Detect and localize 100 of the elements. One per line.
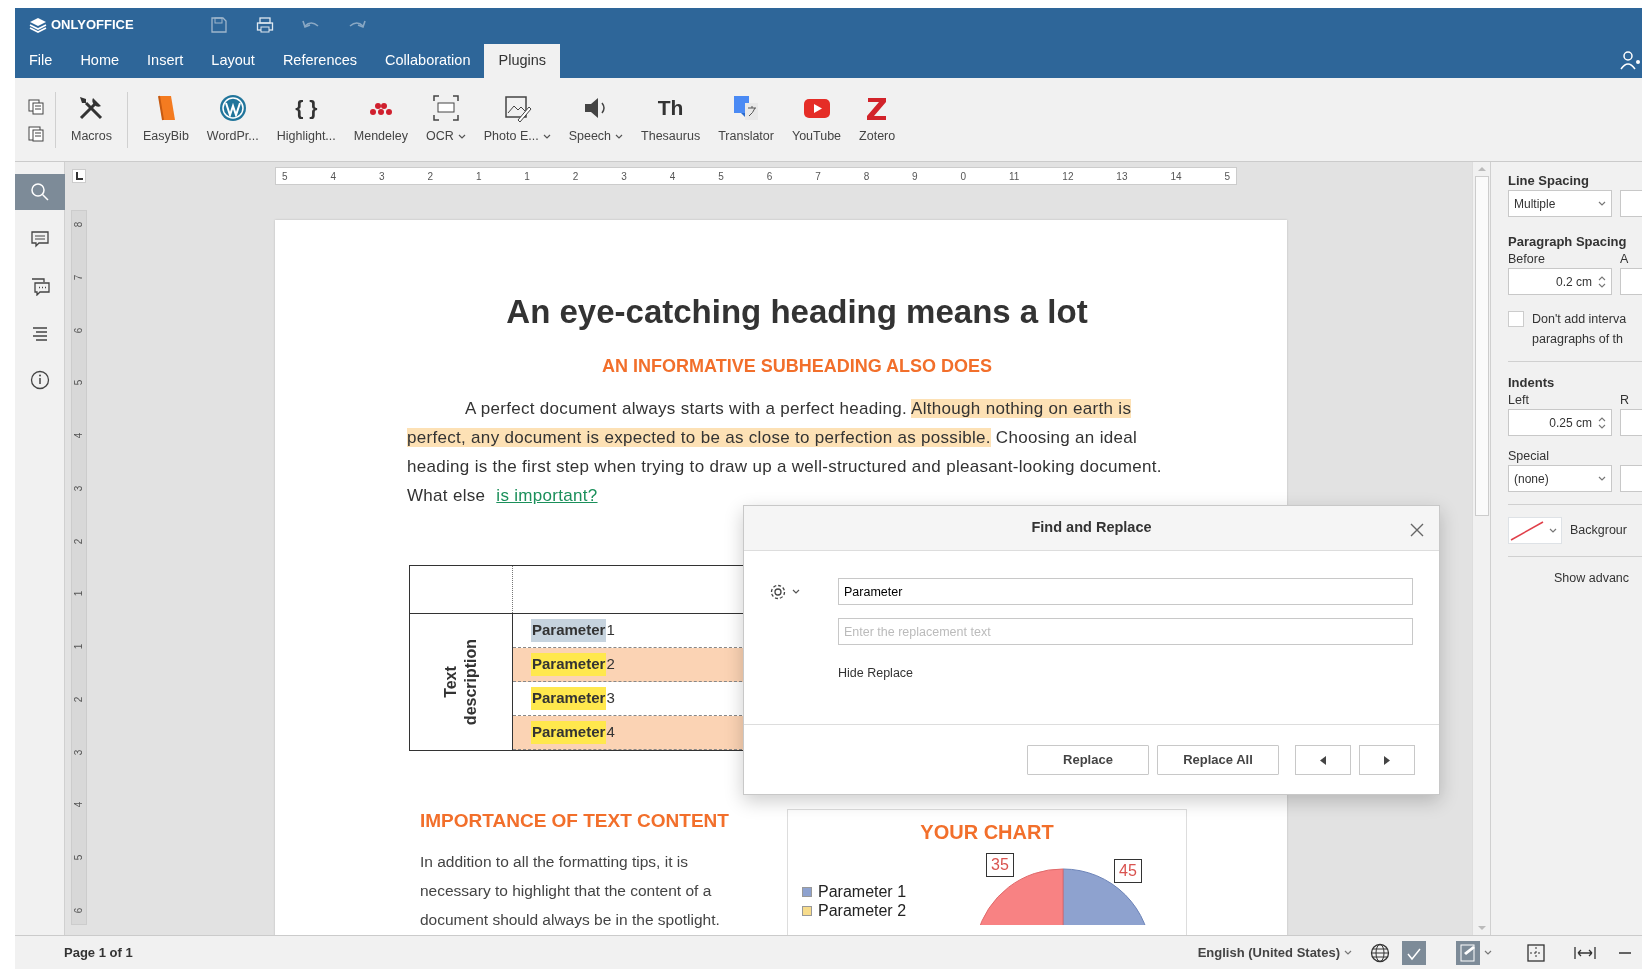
ruler-number: 0 bbox=[960, 169, 967, 184]
ruler-number: 6 bbox=[72, 327, 85, 333]
user-icon[interactable] bbox=[1620, 50, 1642, 70]
field-label: Left bbox=[1508, 392, 1530, 409]
ruler-number: 7 bbox=[815, 169, 821, 184]
field-label: A bbox=[1620, 251, 1629, 268]
ocr-icon bbox=[430, 93, 461, 124]
close-icon bbox=[1409, 522, 1425, 539]
ruler-number: 4 bbox=[72, 802, 85, 808]
w-logo-icon bbox=[217, 93, 248, 124]
menu-tab[interactable]: Home bbox=[66, 44, 134, 78]
caret-icon bbox=[615, 133, 624, 140]
print-icon[interactable] bbox=[255, 16, 274, 34]
ruler-number: 1 bbox=[72, 591, 85, 597]
hide-replace-link[interactable]: Hide Replace bbox=[838, 664, 914, 683]
tab-stop-icon[interactable] bbox=[71, 169, 86, 183]
fit-width-icon[interactable] bbox=[1574, 944, 1596, 961]
ruler-number: 5 bbox=[282, 169, 288, 184]
ruler-number: 5 bbox=[72, 854, 85, 861]
paste-icon[interactable] bbox=[27, 123, 45, 142]
data-label: 35 bbox=[986, 853, 1014, 877]
plugin-button[interactable]: { } Highlight... bbox=[267, 89, 345, 150]
plugin-button[interactable]: Speech bbox=[559, 89, 633, 150]
ruler-number: 2 bbox=[572, 169, 579, 184]
ruler-number: 1 bbox=[72, 643, 85, 650]
find-field[interactable]: Parameter bbox=[838, 578, 1413, 605]
legend-label: Parameter 2 bbox=[818, 901, 907, 920]
horizontal-ruler[interactable]: 5 4 3 2 1 1 2 3 4 5 6 7 8 9 0 11 12 13 14 5 bbox=[275, 167, 1237, 185]
chevron-icon bbox=[1484, 949, 1492, 956]
chart-title: YOUR CHART bbox=[919, 820, 1055, 844]
ruler-number: 1 bbox=[475, 169, 482, 184]
plugin-button[interactable]: EasyBib bbox=[134, 89, 198, 150]
replace-button[interactable]: Replace All bbox=[1157, 744, 1279, 775]
ruler-number: 2 bbox=[427, 169, 433, 184]
caret-icon bbox=[542, 133, 551, 140]
photo-edit-icon bbox=[502, 93, 533, 124]
dialog-title: Find and Replace bbox=[1031, 518, 1152, 538]
background-label: Backgrour bbox=[1570, 522, 1627, 540]
macros-button[interactable]: Macros bbox=[62, 89, 121, 150]
vertical-ruler[interactable]: 8 7 6 5 4 3 2 1 1 2 3 4 5 6 bbox=[70, 210, 87, 925]
copy-icon[interactable] bbox=[27, 97, 45, 116]
ruler-number: 8 bbox=[863, 169, 870, 184]
before-spin-field[interactable]: 0.2 cm bbox=[1508, 268, 1612, 295]
ruler-number: 4 bbox=[669, 169, 676, 184]
spellcheck-icon[interactable] bbox=[1402, 940, 1426, 965]
plugin-button[interactable]: Mendeley bbox=[344, 89, 417, 150]
replace-field[interactable]: Enter the replacement text bbox=[838, 618, 1413, 645]
document-subheading: AN INFORMATIVE SUBHEADING ALSO DOES bbox=[601, 355, 993, 378]
globe-icon[interactable] bbox=[1370, 942, 1390, 963]
ruler-number: 6 bbox=[766, 169, 773, 184]
background-color-button[interactable] bbox=[1508, 517, 1562, 544]
caret-icon bbox=[457, 133, 466, 140]
show-advanced-link[interactable]: Show advanc bbox=[1508, 569, 1630, 588]
section-label: Line Spacing bbox=[1508, 172, 1590, 190]
ruler-number: 3 bbox=[72, 749, 85, 755]
plugin-button[interactable]: YouTube bbox=[782, 89, 851, 150]
ruler-number: 3 bbox=[621, 169, 627, 184]
ruler-number: 4 bbox=[72, 432, 85, 439]
special-select[interactable]: (none) bbox=[1508, 465, 1612, 492]
ruler-number: 14 bbox=[1170, 169, 1182, 184]
field-label: Before bbox=[1508, 251, 1546, 268]
menu-tab[interactable]: References bbox=[268, 44, 372, 78]
plugin-button[interactable]: Th Thesaurus bbox=[632, 89, 710, 150]
menu-tab[interactable]: Insert bbox=[133, 44, 198, 78]
sidebar-button[interactable] bbox=[15, 174, 65, 210]
ruler-number: 2 bbox=[72, 696, 85, 703]
language-select[interactable]: English (United States) bbox=[1191, 941, 1358, 964]
menu-tab[interactable]: Plugins bbox=[484, 44, 561, 78]
ruler-number: 5 bbox=[718, 169, 724, 184]
ruler-number: 3 bbox=[72, 485, 85, 492]
logo-icon bbox=[29, 17, 47, 33]
save-icon[interactable] bbox=[209, 16, 228, 34]
ruler-number: 13 bbox=[1116, 169, 1128, 184]
ruler-number: 2 bbox=[72, 538, 85, 544]
plugin-button[interactable]: OCR bbox=[417, 89, 475, 150]
page-counter: Page 1 of 1 bbox=[64, 943, 133, 962]
ruler-number: 1 bbox=[524, 169, 530, 184]
legend-label: Parameter 1 bbox=[818, 882, 907, 901]
braces-icon: { } bbox=[291, 93, 322, 124]
info-icon bbox=[29, 370, 50, 390]
left-triangle-icon bbox=[1320, 755, 1326, 765]
menu-tab[interactable]: File bbox=[15, 44, 67, 78]
left-indent-field[interactable]: 0.25 cm bbox=[1508, 409, 1612, 436]
hyperlink[interactable]: is important? bbox=[496, 486, 598, 505]
section-heading: IMPORTANCE OF TEXT CONTENT bbox=[420, 809, 730, 833]
line-spacing-select[interactable]: Multiple bbox=[1508, 190, 1612, 217]
ruler-number: 7 bbox=[72, 274, 85, 281]
checkbox[interactable] bbox=[1508, 311, 1524, 327]
plugin-button[interactable]: Photo E... bbox=[474, 89, 560, 150]
search-icon bbox=[29, 182, 50, 202]
menu-tab[interactable]: Collaboration bbox=[371, 44, 485, 78]
fit-page-icon[interactable] bbox=[1526, 942, 1546, 963]
checkbox-label: Don't add interva paragraphs of th bbox=[1532, 311, 1627, 348]
plugin-button[interactable]: WordPr... bbox=[197, 89, 268, 150]
caret-icon bbox=[792, 588, 800, 595]
replace-button[interactable]: Replace bbox=[1027, 744, 1149, 775]
menu-tab[interactable]: Layout bbox=[197, 44, 269, 78]
scrollbar-thumb[interactable] bbox=[1474, 176, 1489, 516]
plugin-button[interactable]: Translator bbox=[709, 89, 783, 150]
plugin-button[interactable]: Zotero bbox=[850, 89, 905, 150]
